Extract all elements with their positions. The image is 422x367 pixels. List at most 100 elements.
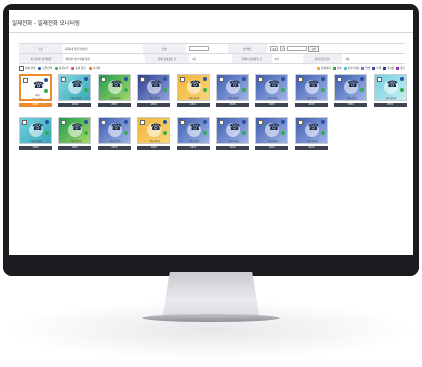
filter-row-1: 구분 총회/내 입원 전화/전 번호 검색필드 선택 ▾ 검색 <box>19 43 405 53</box>
filter-row-2: 회 선번호 관리방법 회선번 이전 대체 회원 현재 통화중인 건 1건 현재의… <box>19 53 405 64</box>
phone-icon: ☎ <box>347 80 359 90</box>
extension-card[interactable]: ☎ 이동국번호 2839 <box>334 74 368 110</box>
status-badge <box>45 120 49 124</box>
extension-card[interactable]: ☎ 이동국번호 9832 <box>373 74 407 110</box>
filter-label: 현재 통화중인 건 <box>145 54 190 63</box>
phone-icon: ☎ <box>307 80 320 90</box>
online-badge <box>123 131 128 135</box>
card-checkbox[interactable] <box>297 77 303 82</box>
reset-button[interactable]: 초기화 <box>88 66 100 70</box>
checkbox-icon <box>19 65 24 71</box>
card-checkbox[interactable] <box>376 77 382 82</box>
call-start-button[interactable]: 통화시작 <box>54 66 68 70</box>
extension-tile[interactable]: ☎ 이동국번호 <box>19 117 52 144</box>
extension-card[interactable]: ☎ 이동국번호 2814 <box>216 117 249 153</box>
online-badge <box>84 88 89 92</box>
extension-card[interactable]: ☎ 이동국번호 2815 <box>255 117 289 153</box>
extension-tile[interactable]: ☎ 이동국번호 <box>58 117 92 144</box>
phone-icon: ☎ <box>71 123 83 133</box>
extension-card[interactable]: ☎ 이동국번호 2821 <box>176 74 210 110</box>
extension-card[interactable]: ☎ 이동국번호 2849 <box>137 117 171 153</box>
extension-name: 이동국번호 <box>267 140 279 143</box>
legend-item: 통화 <box>332 66 342 70</box>
extension-tile[interactable]: ☎ 이동국번호 <box>176 74 210 101</box>
extension-number: 2816 <box>294 146 328 150</box>
status-badge <box>44 78 48 82</box>
extension-card[interactable]: ☎ 이동국번호 2806 <box>58 74 92 110</box>
select-all-toggle[interactable]: 전체 선택 <box>19 65 35 71</box>
card-checkbox[interactable] <box>219 120 224 125</box>
extension-tile[interactable]: ☎ 이동국번호 <box>255 74 289 101</box>
card-checkbox[interactable] <box>140 77 146 82</box>
card-checkbox[interactable] <box>22 120 27 125</box>
extension-tile[interactable]: ☎ 이동국번호 <box>97 74 131 101</box>
online-badge <box>163 131 168 135</box>
card-checkbox[interactable] <box>100 120 106 125</box>
extension-card[interactable]: ☎ 이동국번호 2816 <box>294 117 328 153</box>
extension-tile[interactable]: ☎ 이동국번호 <box>334 74 368 101</box>
card-checkbox[interactable] <box>297 120 303 125</box>
extension-card[interactable]: ☎ 이동국번호 2808 <box>137 74 171 110</box>
extension-number: 2813 <box>176 146 210 150</box>
filter-value: 회선번 이전 대체 회원 <box>65 57 90 61</box>
extension-card[interactable]: ☎ 이동국번호 대기 2805 <box>19 74 52 110</box>
extension-tile[interactable]: ☎ 이동국번호 <box>294 74 328 101</box>
card-checkbox[interactable] <box>61 77 67 82</box>
search-field-select[interactable]: ▾ <box>280 45 286 52</box>
filter-label: 통화 완료횟수 <box>302 54 343 63</box>
card-checkbox[interactable] <box>140 120 146 125</box>
extension-tile[interactable]: ☎ 이동국번호 <box>137 117 171 144</box>
online-badge <box>202 88 207 92</box>
extension-card[interactable]: ☎ 이동국번호 2838 <box>294 74 328 110</box>
extension-tile[interactable]: ☎ 이동국번호 <box>97 117 131 144</box>
extension-tile[interactable]: ☎ 이동국번호 <box>216 117 249 144</box>
extension-card[interactable]: ☎ 이동국번호 2828 <box>216 74 249 110</box>
extension-card[interactable]: ☎ 이동국번호 2840 <box>19 117 52 153</box>
card-checkbox[interactable] <box>337 77 343 82</box>
status-badge <box>84 120 89 124</box>
online-badge <box>320 88 325 92</box>
card-checkbox[interactable] <box>61 120 67 125</box>
status-badge <box>360 77 365 81</box>
extension-card[interactable]: ☎ 이동국번호 2807 <box>97 74 131 110</box>
extension-number: 2838 <box>294 103 328 107</box>
online-badge <box>84 131 89 135</box>
extension-tile[interactable]: ☎ 이동국번호 <box>216 74 249 101</box>
single-select-button[interactable]: 단일선택 <box>38 66 52 70</box>
card-checkbox[interactable] <box>179 120 185 125</box>
filter-value-box[interactable] <box>186 44 228 53</box>
extension-card[interactable]: ☎ 이동국번호 2831 <box>255 74 289 110</box>
extension-tile[interactable]: ☎ 이동국번호 <box>137 74 171 101</box>
status-badge <box>242 77 246 81</box>
extension-card[interactable]: ☎ 이동국번호 2813 <box>176 117 210 153</box>
extension-name: 이동국번호 <box>149 140 161 143</box>
extension-tile[interactable]: ☎ 이동국번호 <box>294 117 328 144</box>
stop-icon <box>71 66 75 70</box>
extension-name: 이동국번호 <box>385 97 397 100</box>
card-checkbox[interactable] <box>23 78 28 83</box>
search-select[interactable]: 선택 <box>270 45 279 52</box>
card-checkbox[interactable] <box>100 77 106 82</box>
number-input[interactable] <box>189 45 210 52</box>
extension-tile[interactable]: ☎ 이동국번호 <box>255 117 289 144</box>
extension-tile[interactable]: ☎ 이동국번호 대기 <box>19 74 52 101</box>
extension-number: 2831 <box>255 103 289 107</box>
search-button[interactable]: 검색 <box>308 45 319 52</box>
extension-tile[interactable]: ☎ 이동국번호 <box>176 117 210 144</box>
extension-card[interactable]: ☎ 이동국번호 2848 <box>97 117 131 153</box>
card-checkbox[interactable] <box>258 77 264 82</box>
online-badge <box>242 131 246 135</box>
search-input[interactable] <box>287 45 308 52</box>
extension-tile[interactable]: ☎ 이동국번호 <box>58 74 92 101</box>
app-screen: 일제전화 - 일제전화 모니터링 구분 총회/내 입원 전화/전 번호 검색필드… <box>9 10 413 259</box>
extension-tile[interactable]: ☎ 이동국번호 <box>373 74 407 101</box>
card-checkbox[interactable] <box>258 120 264 125</box>
extension-number: 2807 <box>97 103 131 107</box>
legend-label: 통화대기 <box>321 67 331 70</box>
card-checkbox[interactable] <box>219 77 224 82</box>
title-divider <box>9 32 413 33</box>
play-icon <box>54 66 58 70</box>
call-end-button[interactable]: 통화 종료 <box>71 66 86 70</box>
card-checkbox[interactable] <box>179 77 185 82</box>
extension-card[interactable]: ☎ 이동국번호 2841 <box>58 117 92 153</box>
